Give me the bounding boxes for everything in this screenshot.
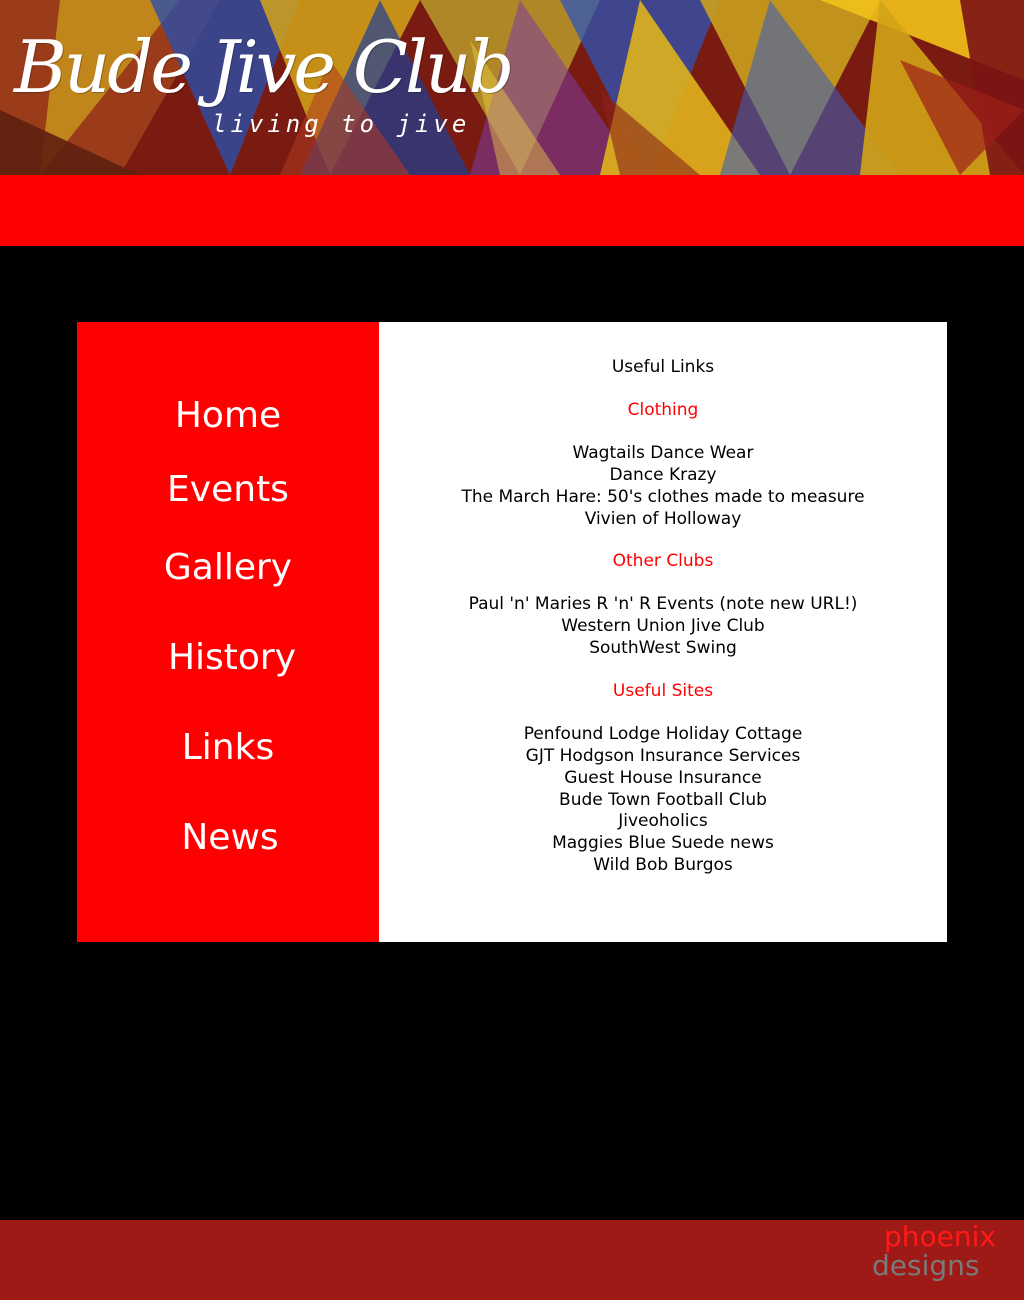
nav-item-news[interactable]: News bbox=[79, 816, 381, 860]
link-list: Paul 'n' Maries R 'n' R Events (note new… bbox=[379, 594, 947, 659]
link-the-march-hare[interactable]: The March Hare: 50's clothes made to mea… bbox=[379, 487, 947, 509]
nav-item-home[interactable]: Home bbox=[77, 394, 379, 438]
link-bude-town-football-club[interactable]: Bude Town Football Club bbox=[379, 790, 947, 812]
link-list: Penfound Lodge Holiday Cottage GJT Hodgs… bbox=[379, 724, 947, 876]
site-logo[interactable]: Bude Jive Club living to jive bbox=[14, 22, 515, 138]
link-gjt-hodgson[interactable]: GJT Hodgson Insurance Services bbox=[379, 746, 947, 768]
nav-item-gallery[interactable]: Gallery bbox=[77, 546, 379, 590]
section-other-clubs: Other Clubs Paul 'n' Maries R 'n' R Even… bbox=[379, 551, 947, 660]
link-southwest-swing[interactable]: SouthWest Swing bbox=[379, 638, 947, 660]
nav-item-events[interactable]: Events bbox=[77, 468, 379, 512]
link-list: Wagtails Dance Wear Dance Krazy The Marc… bbox=[379, 443, 947, 530]
link-vivien-of-holloway[interactable]: Vivien of Holloway bbox=[379, 509, 947, 531]
credit-line-1: phoenix bbox=[884, 1220, 996, 1253]
page-title: Useful Links bbox=[611, 357, 715, 377]
logo-text: Bude Jive Club bbox=[14, 25, 515, 109]
link-jiveoholics[interactable]: Jiveoholics bbox=[379, 811, 947, 833]
link-guest-house-insurance[interactable]: Guest House Insurance bbox=[379, 768, 947, 790]
link-dance-krazy[interactable]: Dance Krazy bbox=[379, 465, 947, 487]
link-wild-bob-burgos[interactable]: Wild Bob Burgos bbox=[379, 855, 947, 877]
credit-line-2: designs bbox=[872, 1249, 980, 1282]
section-heading: Clothing bbox=[627, 400, 699, 420]
section-heading: Other Clubs bbox=[612, 551, 714, 571]
section-clothing: Clothing Wagtails Dance Wear Dance Krazy… bbox=[379, 400, 947, 530]
nav-item-history[interactable]: History bbox=[81, 636, 383, 680]
links-content: Useful Links Clothing Wagtails Dance Wea… bbox=[379, 322, 947, 942]
header-red-band bbox=[0, 175, 1024, 246]
link-wagtails-dance-wear[interactable]: Wagtails Dance Wear bbox=[379, 443, 947, 465]
nav-item-links[interactable]: Links bbox=[77, 726, 379, 770]
page-footer bbox=[0, 1220, 1024, 1300]
designer-credit[interactable]: phoenix designs bbox=[872, 1222, 996, 1280]
section-useful-sites: Useful Sites Penfound Lodge Holiday Cott… bbox=[379, 681, 947, 876]
link-penfound-lodge[interactable]: Penfound Lodge Holiday Cottage bbox=[379, 724, 947, 746]
header-banner: Bude Jive Club living to jive bbox=[0, 0, 1024, 175]
logo-tagline: living to jive bbox=[212, 110, 471, 138]
main-nav: Home Events Gallery History Links News bbox=[77, 322, 379, 942]
link-paul-n-maries[interactable]: Paul 'n' Maries R 'n' R Events (note new… bbox=[379, 594, 947, 616]
link-western-union-jive-club[interactable]: Western Union Jive Club bbox=[379, 616, 947, 638]
link-maggies-blue-suede[interactable]: Maggies Blue Suede news bbox=[379, 833, 947, 855]
section-heading: Useful Sites bbox=[612, 681, 714, 701]
